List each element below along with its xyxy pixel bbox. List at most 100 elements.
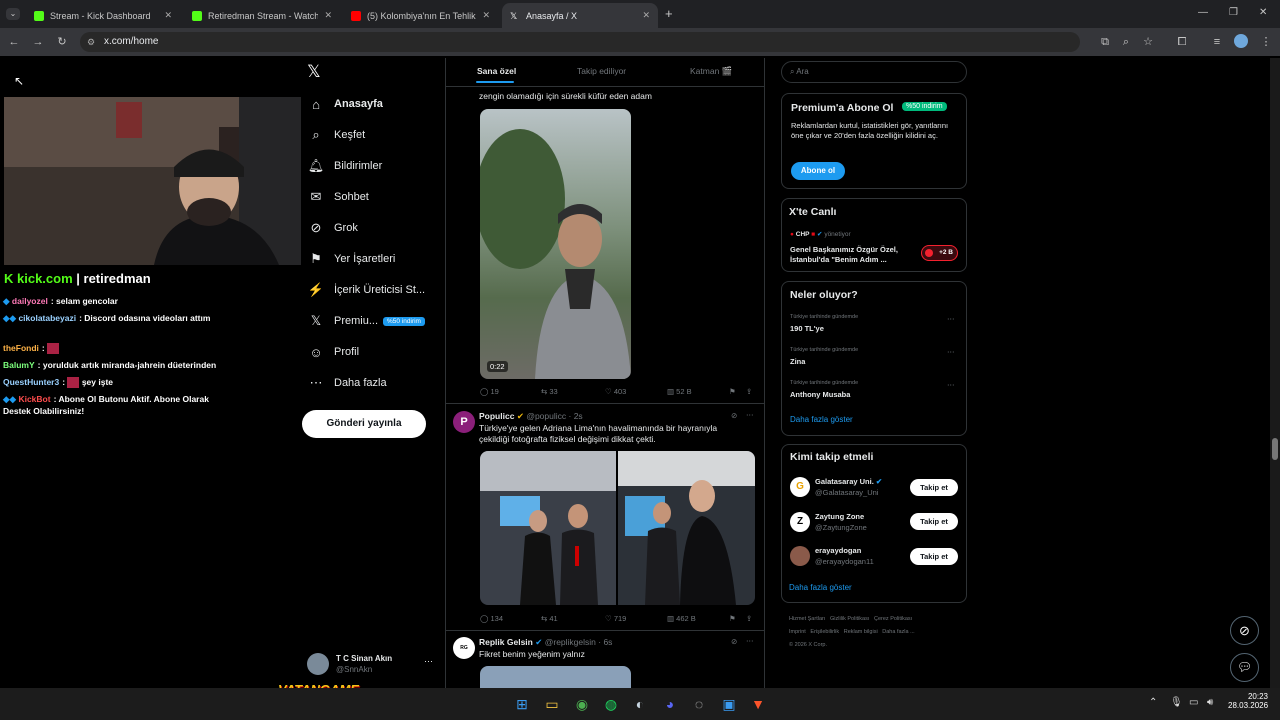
nav-more[interactable]: ⋯ Daha fazla	[307, 371, 387, 395]
footer-link[interactable]: Gizlilik Politikası	[830, 616, 869, 622]
x-logo-icon[interactable]: 𝕏	[307, 62, 321, 82]
restore-icon[interactable]: ❐	[1229, 7, 1238, 18]
menu-dots-icon[interactable]: ⋮	[1258, 28, 1274, 56]
post-images[interactable]	[480, 451, 755, 605]
footer-link[interactable]: Hizmet Şartları	[789, 616, 825, 622]
avatar[interactable]: RG	[453, 637, 475, 659]
nav-creator-studio[interactable]: ⚡ İçerik Üreticisi St...	[307, 278, 425, 302]
scrollbar-thumb[interactable]	[1272, 438, 1278, 460]
close-window-icon[interactable]: ✕	[1259, 7, 1267, 18]
back-icon[interactable]: ←	[6, 28, 22, 56]
footer-link[interactable]: Reklam bilgisi	[844, 629, 878, 635]
tab-kick-dashboard[interactable]: Stream - Kick Dashboard ✕	[26, 3, 180, 28]
author-handle[interactable]: @replikgelsin	[545, 637, 596, 647]
brave-icon[interactable]: ▼	[749, 695, 767, 713]
bookmark-icon[interactable]: ⚑	[729, 387, 736, 396]
post-menu-icon[interactable]: ⋯	[746, 636, 754, 645]
grok-post-icon[interactable]: ⊘	[731, 411, 737, 420]
close-tab-icon[interactable]: ✕	[324, 10, 332, 21]
trend-name[interactable]: 190 TL'ye	[790, 324, 824, 334]
nav-chat[interactable]: ✉ Sohbet	[307, 185, 369, 209]
follow-button[interactable]: Takip et	[910, 548, 958, 565]
forward-icon[interactable]: →	[30, 28, 46, 56]
footer-link[interactable]: Çerez Politikası	[874, 616, 912, 622]
trend-name[interactable]: Zina	[790, 357, 805, 367]
post-menu-icon[interactable]: ⋯	[746, 410, 754, 419]
reload-icon[interactable]: ↻	[54, 28, 70, 56]
nav-notifications[interactable]: 🔔︎ Bildirimler	[307, 154, 383, 178]
post-video[interactable]: 0:22	[480, 109, 631, 379]
microphone-icon[interactable]: 🎙︎	[1170, 697, 1183, 708]
close-tab-icon[interactable]: ✕	[642, 10, 650, 21]
clock[interactable]: 20:23 28.03.2026	[1228, 692, 1268, 710]
trend-menu-icon[interactable]: ⋯	[947, 314, 955, 323]
tab-search-button[interactable]: ⌄	[6, 8, 20, 20]
discord-icon[interactable]: ◕	[661, 695, 679, 713]
share-icon[interactable]: ⇪	[746, 614, 752, 623]
tab-x-home[interactable]: 𝕏 Anasayfa / X ✕	[502, 3, 658, 28]
volume-icon[interactable]: 🔊︎	[1207, 697, 1213, 708]
nav-profile[interactable]: ☺ Profil	[307, 340, 359, 364]
avatar[interactable]: P	[453, 411, 475, 433]
profile-avatar[interactable]	[1234, 34, 1248, 48]
obs-icon[interactable]: ◌	[690, 695, 708, 713]
messages-floating-icon[interactable]: 💬︎	[1230, 653, 1259, 682]
live-listeners[interactable]: +2 B	[921, 245, 958, 261]
windows-start-icon[interactable]: ⊞	[513, 695, 531, 713]
steam-icon[interactable]: ◐	[631, 695, 649, 713]
author-name[interactable]: Populicc	[479, 411, 514, 421]
tab-for-you[interactable]: Sana özel	[477, 66, 516, 76]
avatar[interactable]: Z	[790, 512, 810, 532]
site-info-icon[interactable]: ⚙	[87, 32, 95, 52]
account-switcher[interactable]: T C Sinan Akın @SnnAkn ⋯	[307, 653, 437, 679]
tab-following[interactable]: Takip ediliyor	[577, 66, 626, 76]
reply-action[interactable]: ◯ 19	[480, 387, 499, 396]
tab-retiredman-stream[interactable]: Retiredman Stream - Watch Live ✕	[184, 3, 340, 28]
scrollbar[interactable]	[1270, 58, 1280, 688]
close-tab-icon[interactable]: ✕	[164, 10, 172, 21]
file-explorer-icon[interactable]: ▭	[543, 695, 561, 713]
grok-post-icon[interactable]: ⊘	[731, 637, 737, 646]
close-tab-icon[interactable]: ✕	[482, 10, 490, 21]
bookmark-star-icon[interactable]: ☆	[1140, 28, 1156, 56]
follow-button[interactable]: Takip et	[910, 513, 958, 530]
avatar[interactable]: G	[790, 477, 810, 497]
reply-action[interactable]: ◯ 134	[480, 614, 503, 623]
trend-menu-icon[interactable]: ⋯	[947, 380, 955, 389]
follow-show-more[interactable]: Daha fazla göster	[789, 583, 852, 592]
live-host[interactable]: ● CHP ■ ✔ yönetiyor	[790, 230, 851, 240]
share-icon[interactable]: ⇪	[746, 387, 752, 396]
footer-link[interactable]: Daha fazla ...	[882, 629, 914, 635]
nav-premium[interactable]: 𝕏 Premiu... %50 indirim	[307, 309, 425, 333]
search-input[interactable]: ⌕ Ara	[781, 61, 967, 83]
more-icon[interactable]: ⋯	[424, 656, 433, 667]
follow-name-row[interactable]: Galatasaray Uni. ✔	[815, 477, 882, 487]
chrome-icon[interactable]: ◉	[573, 695, 591, 713]
reading-list-icon[interactable]: ≡	[1209, 28, 1225, 56]
store-icon[interactable]: ▣	[720, 695, 738, 713]
zoom-icon[interactable]: ⌕	[1118, 28, 1134, 56]
repost-action[interactable]: ⇆ 41	[541, 614, 558, 623]
like-action[interactable]: ♡ 403	[605, 387, 626, 396]
trends-show-more[interactable]: Daha fazla göster	[790, 415, 853, 424]
spotify-icon[interactable]: ◍	[602, 695, 620, 713]
repost-action[interactable]: ⇆ 33	[541, 387, 558, 396]
views-action[interactable]: ▥ 52 B	[667, 387, 692, 396]
install-app-icon[interactable]: ⧉	[1097, 28, 1113, 56]
tab-youtube-video[interactable]: (5) Kolombiya'nın En Tehlikeli H ✕	[343, 3, 498, 28]
extensions-icon[interactable]: ⧠	[1174, 28, 1190, 56]
post-media[interactable]	[480, 666, 631, 688]
network-icon[interactable]: ▭	[1189, 697, 1198, 708]
tray-chevron-icon[interactable]: ⌃	[1149, 697, 1157, 708]
post-button[interactable]: Gönderi yayınla	[302, 410, 426, 438]
footer-link[interactable]: Erişilebilirlik	[810, 629, 839, 635]
minimize-icon[interactable]: —	[1198, 7, 1208, 18]
follow-name[interactable]: erayaydogan	[815, 546, 861, 556]
live-text[interactable]: Genel Başkanımız Özgür Özel, İstanbul'da…	[790, 245, 915, 265]
trend-name[interactable]: Anthony Musaba	[790, 390, 850, 400]
avatar[interactable]	[790, 546, 810, 566]
nav-home[interactable]: ⌂ Anasayfa	[307, 92, 383, 116]
new-tab-icon[interactable]: +	[665, 6, 673, 21]
author-name[interactable]: Replik Gelsin	[479, 637, 533, 647]
address-bar[interactable]: ⚙ x.com/home	[80, 32, 1080, 52]
